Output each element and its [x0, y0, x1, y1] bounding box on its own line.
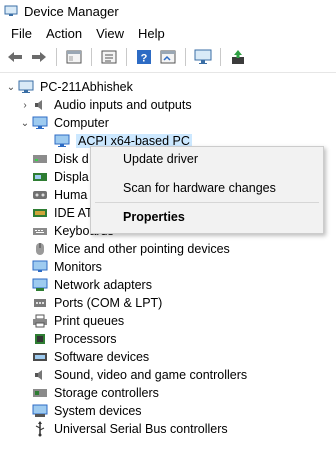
toolbar-divider	[0, 72, 336, 73]
toolbar-separator	[126, 48, 127, 66]
properties-icon[interactable]	[63, 46, 85, 68]
ide-controller-icon	[32, 206, 48, 220]
menu-file[interactable]: File	[4, 26, 39, 41]
tree-item-label: Software devices	[54, 350, 150, 364]
system-device-icon	[32, 404, 48, 418]
tree-item-sound[interactable]: Sound, video and game controllers	[32, 366, 247, 384]
chevron-down-icon[interactable]: ⌄	[4, 80, 18, 94]
tree-item-software-devices[interactable]: Software devices	[32, 348, 149, 366]
mouse-icon	[32, 242, 48, 256]
tree-item-label: Monitors	[54, 260, 102, 274]
context-menu-separator	[95, 202, 319, 203]
action-icon[interactable]	[157, 46, 179, 68]
tree-item-ports[interactable]: Ports (COM & LPT)	[32, 294, 162, 312]
menu-help[interactable]: Help	[131, 26, 172, 41]
toolbar-separator	[56, 48, 57, 66]
tree-item-processors[interactable]: Processors	[32, 330, 117, 348]
chevron-down-icon[interactable]: ⌄	[18, 116, 32, 130]
forward-icon[interactable]	[28, 46, 50, 68]
display-adapter-icon	[32, 170, 48, 184]
software-device-icon	[32, 350, 48, 364]
speaker-icon	[32, 98, 48, 112]
tree-item-label: Displa	[54, 170, 89, 184]
tree-item-computer[interactable]: ⌄ Computer	[18, 114, 109, 132]
speaker-icon	[32, 368, 48, 382]
tree-item-label: Storage controllers	[54, 386, 159, 400]
tree-item-label: IDE AT	[54, 206, 93, 220]
storage-controller-icon	[32, 386, 48, 400]
menu-item-update-driver[interactable]: Update driver	[123, 152, 198, 166]
toolbar-separator	[220, 48, 221, 66]
tree-item-label: Universal Serial Bus controllers	[54, 422, 228, 436]
disk-drive-icon	[32, 152, 48, 166]
tree-item-audio[interactable]: › Audio inputs and outputs	[18, 96, 192, 114]
chevron-right-icon[interactable]: ›	[18, 98, 32, 112]
help-icon[interactable]: ?	[133, 46, 155, 68]
window-title: Device Manager	[24, 3, 119, 19]
tree-item-label: Print queues	[54, 314, 125, 328]
tree-item-label: Network adapters	[54, 278, 152, 292]
hid-icon	[32, 188, 48, 202]
toolbar-separator	[91, 48, 92, 66]
usb-icon	[32, 421, 48, 437]
tree-item-label: Processors	[54, 332, 117, 346]
keyboard-icon	[32, 224, 48, 238]
svg-text:?: ?	[141, 53, 148, 65]
device-manager-icon	[4, 5, 18, 17]
tree-item-label: Audio inputs and outputs	[54, 98, 192, 112]
menu-bar: File Action View Help	[0, 22, 336, 44]
tree-item-human-interface[interactable]: Huma	[32, 186, 87, 204]
menu-action[interactable]: Action	[39, 26, 89, 41]
tree-item-system-devices[interactable]: System devices	[32, 402, 142, 420]
menu-view[interactable]: View	[89, 26, 131, 41]
tree-item-network[interactable]: Network adapters	[32, 276, 152, 294]
update-driver-icon[interactable]	[227, 46, 249, 68]
menu-item-scan-hardware[interactable]: Scan for hardware changes	[123, 181, 276, 195]
tree-item-label: Ports (COM & LPT)	[54, 296, 163, 310]
tree-root[interactable]: ⌄ PC-211Abhishek	[4, 78, 133, 96]
tree-item-ide[interactable]: IDE AT	[32, 204, 93, 222]
tree-root-label: PC-211Abhishek	[40, 80, 133, 94]
show-hidden-icon[interactable]	[98, 46, 120, 68]
monitor-icon[interactable]	[192, 46, 214, 68]
computer-icon	[32, 116, 48, 130]
computer-icon	[18, 80, 34, 94]
tree-item-print-queues[interactable]: Print queues	[32, 312, 124, 330]
tree-item-usb[interactable]: Universal Serial Bus controllers	[32, 420, 228, 438]
tree-item-disk[interactable]: Disk d	[32, 150, 89, 168]
processor-icon	[32, 332, 48, 346]
network-adapter-icon	[32, 278, 48, 292]
back-icon[interactable]	[4, 46, 26, 68]
port-icon	[32, 296, 48, 310]
tree-item-monitors[interactable]: Monitors	[32, 258, 102, 276]
tree-item-display[interactable]: Displa	[32, 168, 89, 186]
monitor-icon	[32, 260, 48, 274]
toolbar-separator	[185, 48, 186, 66]
tree-item-label: Mice and other pointing devices	[54, 242, 230, 256]
title-bar: Device Manager	[0, 0, 336, 22]
monitor-icon	[54, 134, 70, 148]
tree-item-label: Disk d	[54, 152, 89, 166]
tree-item-label: Computer	[54, 116, 109, 130]
printer-icon	[32, 314, 48, 328]
context-menu: Update driver Scan for hardware changes …	[90, 146, 324, 234]
toolbar: ?	[0, 44, 336, 70]
tree-item-label: Sound, video and game controllers	[54, 368, 248, 382]
menu-item-properties[interactable]: Properties	[123, 210, 185, 224]
tree-item-label: Huma	[54, 188, 88, 202]
tree-item-label: System devices	[54, 404, 142, 418]
tree-item-mice[interactable]: Mice and other pointing devices	[32, 240, 230, 258]
tree-item-storage[interactable]: Storage controllers	[32, 384, 159, 402]
